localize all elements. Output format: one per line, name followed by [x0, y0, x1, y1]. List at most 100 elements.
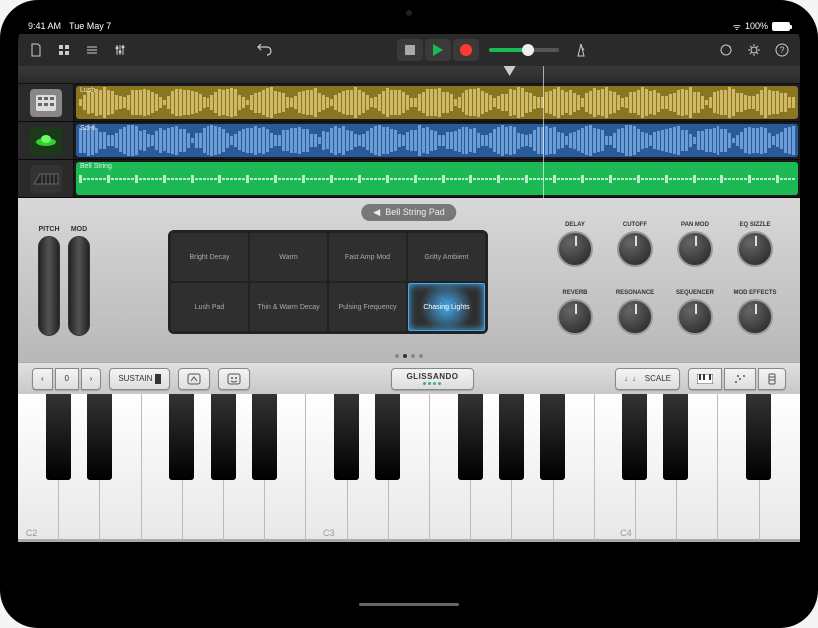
toolbar: ? — [18, 34, 800, 66]
knob-label: PAN MOD — [681, 222, 709, 228]
record-button[interactable] — [453, 39, 479, 61]
svg-text:?: ? — [780, 45, 785, 55]
preset-warm[interactable]: Warm — [250, 233, 327, 281]
track-region[interactable]: Sci-fi — [74, 122, 800, 159]
knob-label: DELAY — [565, 222, 585, 228]
cutoff-knob[interactable] — [617, 231, 653, 267]
loop-button[interactable] — [714, 38, 738, 62]
track-row[interactable]: Sci-fi — [18, 122, 800, 160]
preset-thin-&-warm-decay[interactable]: Thin & Warm Decay — [250, 283, 327, 331]
pitch-label: PITCH — [39, 226, 60, 233]
undo-button[interactable] — [253, 38, 277, 62]
black-key[interactable] — [169, 394, 194, 480]
octave-stepper[interactable]: ‹ 0 › — [32, 368, 101, 390]
track-header[interactable] — [18, 160, 74, 197]
black-key[interactable] — [458, 394, 483, 480]
patch-selector[interactable]: ◀ Bell String Pad — [361, 204, 456, 221]
black-key[interactable] — [746, 394, 771, 480]
track-row[interactable]: Lush — [18, 84, 800, 122]
octave-value: 0 — [55, 368, 79, 390]
timeline-ruler[interactable] — [18, 66, 800, 84]
master-volume-slider[interactable] — [489, 48, 559, 52]
knob-label: SEQUENCER — [676, 290, 714, 296]
preset-gritty-ambient[interactable]: Gritty Ambient — [408, 233, 485, 281]
preset-grid: Bright DecayWarmFast Amp ModGritty Ambie… — [168, 230, 488, 334]
ufo-icon — [30, 127, 62, 155]
black-key[interactable] — [540, 394, 565, 480]
octave-label: C2 — [26, 528, 38, 538]
black-key[interactable] — [87, 394, 112, 480]
status-bar: 9:41 AM Tue May 7 ᯤ 100% — [18, 18, 800, 34]
black-key[interactable] — [663, 394, 688, 480]
pitch-wheel[interactable] — [38, 236, 60, 336]
play-icon — [433, 44, 443, 56]
settings-button[interactable] — [742, 38, 766, 62]
region-label: Bell String — [80, 163, 112, 170]
stop-icon — [405, 45, 415, 55]
arpeggiator-button[interactable] — [178, 368, 210, 390]
stop-button[interactable] — [397, 39, 423, 61]
playhead-marker[interactable] — [504, 66, 516, 76]
track-region[interactable]: Bell String — [74, 160, 800, 197]
preset-fast-amp-mod[interactable]: Fast Amp Mod — [329, 233, 406, 281]
chord-button[interactable] — [218, 368, 250, 390]
keyboard-icon — [30, 165, 62, 193]
pan-mod-knob[interactable] — [677, 231, 713, 267]
black-key[interactable] — [211, 394, 236, 480]
black-key[interactable] — [46, 394, 71, 480]
black-key[interactable] — [375, 394, 400, 480]
sustain-button[interactable]: SUSTAIN — [109, 368, 169, 390]
black-key[interactable] — [499, 394, 524, 480]
reverb-knob[interactable] — [557, 299, 593, 335]
track-header[interactable] — [18, 84, 74, 121]
tracks-view-button[interactable] — [80, 38, 104, 62]
browser-button[interactable] — [52, 38, 76, 62]
octave-label: C4 — [620, 528, 632, 538]
black-key[interactable] — [252, 394, 277, 480]
eq-sizzle-knob[interactable] — [737, 231, 773, 267]
home-indicator[interactable] — [359, 603, 459, 606]
piano-keyboard[interactable]: C2 C3 C4 — [18, 394, 800, 542]
black-key[interactable] — [622, 394, 647, 480]
wifi-icon: ᯤ — [733, 20, 741, 33]
octave-label: C3 — [323, 528, 335, 538]
glissando-button[interactable]: GLISSANDO — [391, 368, 473, 390]
knob-label: MOD EFFECTS — [734, 290, 777, 296]
preset-chasing-lights[interactable]: Chasing Lights — [408, 283, 485, 331]
tracks-area: Lush Sci-fi — [18, 84, 800, 198]
keyboard-size-button[interactable] — [758, 368, 786, 390]
drum-machine-icon — [30, 89, 62, 117]
black-key[interactable] — [334, 394, 359, 480]
knob-label: REVERB — [562, 290, 587, 296]
track-region[interactable]: Lush — [74, 84, 800, 121]
resonance-knob[interactable] — [617, 299, 653, 335]
keyboard-controls-bar: ‹ 0 › SUSTAIN GLISSANDO ♩♩ SCALE — [18, 362, 800, 394]
mod-effects-knob[interactable] — [737, 299, 773, 335]
preset-pulsing-frequency[interactable]: Pulsing Frequency — [329, 283, 406, 331]
battery-icon — [772, 22, 790, 31]
keyboard-split-button[interactable] — [724, 368, 756, 390]
battery-percent: 100% — [745, 21, 768, 31]
page-indicator[interactable] — [395, 354, 423, 358]
my-songs-button[interactable] — [24, 38, 48, 62]
preset-bright-decay[interactable]: Bright Decay — [171, 233, 248, 281]
delay-knob[interactable] — [557, 231, 593, 267]
keyboard-layout-button[interactable] — [688, 368, 722, 390]
track-header[interactable] — [18, 122, 74, 159]
instrument-panel: ◀ Bell String Pad PITCH MOD Bright Decay… — [18, 198, 800, 362]
octave-up-button[interactable]: › — [81, 368, 102, 390]
front-camera — [406, 10, 412, 16]
metronome-button[interactable] — [569, 38, 593, 62]
preset-lush-pad[interactable]: Lush Pad — [171, 283, 248, 331]
sequencer-knob[interactable] — [677, 299, 713, 335]
mixer-button[interactable] — [108, 38, 132, 62]
record-icon — [460, 44, 472, 56]
mod-label: MOD — [71, 226, 87, 233]
mod-wheel[interactable] — [68, 236, 90, 336]
knob-label: RESONANCE — [616, 290, 654, 296]
help-button[interactable]: ? — [770, 38, 794, 62]
play-button[interactable] — [425, 39, 451, 61]
octave-down-button[interactable]: ‹ — [32, 368, 53, 390]
track-row[interactable]: Bell String — [18, 160, 800, 198]
scale-button[interactable]: ♩♩ SCALE — [615, 368, 680, 390]
